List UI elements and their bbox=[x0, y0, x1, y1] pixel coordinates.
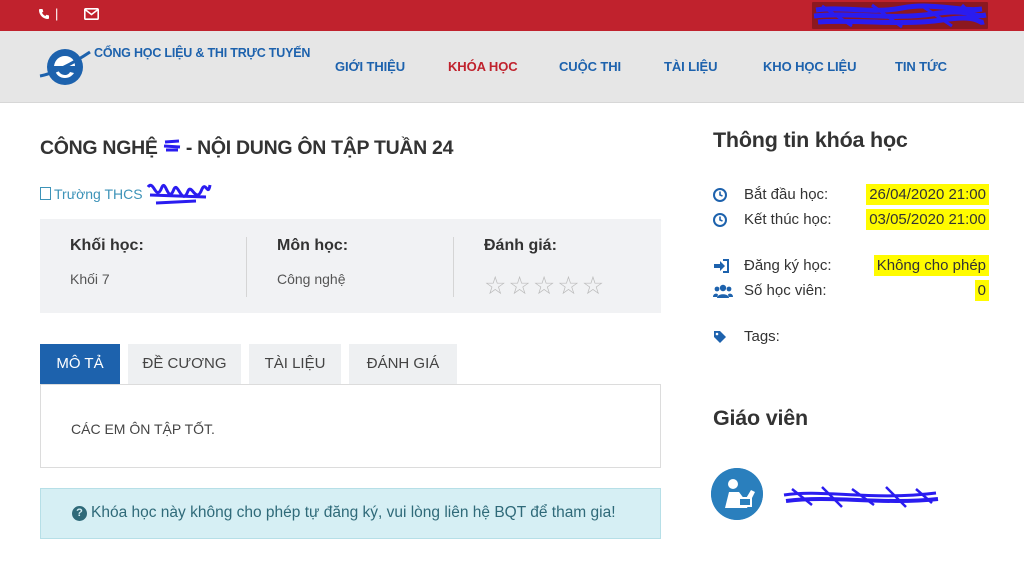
subject-block: Môn học: Công nghệ bbox=[277, 237, 348, 287]
course-info-title: Thông tin khóa học bbox=[713, 128, 908, 152]
users-icon bbox=[713, 284, 733, 298]
start-row: Bắt đầu học: 26/04/2020 21:00 bbox=[713, 184, 993, 206]
enroll-alert: ? Khóa học này không cho phép tự đăng ký… bbox=[40, 488, 661, 539]
tags-row: Tags: bbox=[713, 326, 993, 348]
subject-label: Môn học: bbox=[277, 237, 349, 254]
teacher-avatar[interactable] bbox=[711, 468, 763, 520]
title-redaction bbox=[163, 137, 181, 152]
star-icon[interactable]: ☆ bbox=[582, 272, 606, 300]
school-name: Trường THCS bbox=[54, 186, 143, 202]
teacher-name-redacted[interactable] bbox=[782, 481, 940, 511]
start-label: Bắt đầu học: bbox=[744, 186, 829, 203]
tab-de-cuong[interactable]: ĐỀ CƯƠNG bbox=[128, 344, 241, 384]
building-icon bbox=[40, 187, 51, 200]
students-label: Số học viên: bbox=[744, 282, 827, 299]
sign-in-icon bbox=[713, 259, 729, 273]
nav-tin-tuc[interactable]: TIN TỨC bbox=[895, 59, 947, 74]
topbar-separator: | bbox=[55, 6, 59, 21]
nav-cuoc-thi[interactable]: CUỘC THI bbox=[559, 59, 621, 74]
end-row: Kết thúc học: 03/05/2020 21:00 bbox=[713, 209, 993, 231]
course-title-prefix: CÔNG NGHỆ bbox=[40, 137, 158, 159]
grade-value: Khối 7 bbox=[70, 271, 110, 287]
register-value: Không cho phép bbox=[873, 255, 989, 276]
star-icon[interactable]: ☆ bbox=[508, 272, 532, 300]
clock-icon bbox=[713, 188, 727, 202]
register-label: Đăng ký học: bbox=[744, 257, 832, 274]
tab-danh-gia[interactable]: ĐÁNH GIÁ bbox=[349, 344, 457, 384]
rating-stars[interactable]: ☆☆☆☆☆ bbox=[484, 271, 606, 301]
account-menu-redacted[interactable] bbox=[812, 2, 988, 29]
top-bar: | bbox=[0, 0, 1024, 31]
end-value: 03/05/2020 21:00 bbox=[866, 209, 989, 230]
tags-label: Tags: bbox=[744, 328, 780, 345]
star-icon[interactable]: ☆ bbox=[533, 272, 557, 300]
nav-kho-hoc-lieu[interactable]: KHO HỌC LIỆU bbox=[763, 59, 857, 74]
nav-tai-lieu[interactable]: TÀI LIỆU bbox=[664, 59, 717, 74]
rating-block: Đánh giá: bbox=[484, 237, 557, 255]
description-text: CÁC EM ÔN TẬP TỐT. bbox=[71, 421, 215, 437]
students-value: 0 bbox=[974, 280, 989, 301]
nav-khoa-hoc[interactable]: KHÓA HỌC bbox=[448, 59, 518, 74]
star-icon[interactable]: ☆ bbox=[484, 272, 508, 300]
star-icon[interactable]: ☆ bbox=[557, 272, 581, 300]
rating-label: Đánh giá: bbox=[484, 237, 557, 254]
teacher-title: Giáo viên bbox=[713, 406, 808, 430]
info-divider bbox=[246, 237, 247, 297]
register-row: Đăng ký học: Không cho phép bbox=[713, 255, 993, 277]
site-brand-name[interactable]: CỔNG HỌC LIỆU & THI TRỰC TUYẾN bbox=[94, 46, 310, 60]
school-link[interactable]: Trường THCS bbox=[40, 177, 212, 207]
site-logo[interactable] bbox=[38, 44, 92, 88]
start-value: 26/04/2020 21:00 bbox=[866, 184, 989, 205]
course-info-box: Khối học: Khối 7 Môn học: Công nghệ Đánh… bbox=[40, 219, 661, 313]
subject-value: Công nghệ bbox=[277, 271, 346, 287]
phone-icon[interactable] bbox=[38, 8, 50, 23]
course-title: CÔNG NGHỆ - NỘI DUNG ÔN TẬP TUẦN 24 bbox=[40, 137, 453, 160]
mail-icon[interactable] bbox=[84, 8, 99, 23]
grade-label: Khối học: bbox=[70, 237, 144, 254]
site-header: CỔNG HỌC LIỆU & THI TRỰC TUYẾN GIỚI THIỆ… bbox=[0, 31, 1024, 103]
grade-block: Khối học: Khối 7 bbox=[70, 237, 144, 287]
info-divider bbox=[453, 237, 454, 297]
end-label: Kết thúc học: bbox=[744, 211, 832, 228]
tab-mo-ta[interactable]: MÔ TẢ bbox=[40, 344, 120, 384]
tag-icon bbox=[713, 330, 727, 344]
tab-panel-description: CÁC EM ÔN TẬP TỐT. bbox=[40, 384, 661, 468]
school-redaction bbox=[146, 177, 212, 207]
alert-message: Khóa học này không cho phép tự đăng ký, … bbox=[91, 504, 616, 521]
students-row: Số học viên: 0 bbox=[713, 280, 993, 302]
tab-tai-lieu[interactable]: TÀI LIỆU bbox=[249, 344, 341, 384]
nav-gioi-thieu[interactable]: GIỚI THIỆU bbox=[335, 59, 405, 74]
clock-icon bbox=[713, 213, 727, 227]
question-circle-icon: ? bbox=[72, 506, 87, 521]
course-title-suffix: - NỘI DUNG ÔN TẬP TUẦN 24 bbox=[185, 137, 454, 159]
